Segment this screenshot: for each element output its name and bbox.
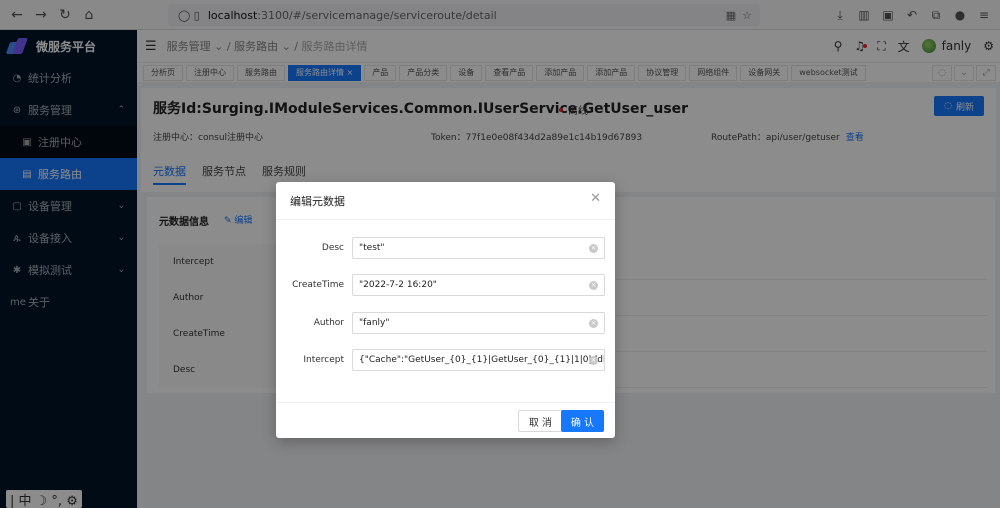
dialog-title: 编辑元数据 xyxy=(276,182,615,220)
field-label: Desc xyxy=(321,243,344,253)
field-label: Intercept xyxy=(303,355,344,365)
close-icon[interactable]: ✕ xyxy=(590,191,601,206)
clear-icon[interactable]: × xyxy=(589,244,598,253)
confirm-button[interactable]: 确 认 xyxy=(560,410,604,432)
form-row-author: Author "fanly" × xyxy=(276,312,615,334)
createtime-input[interactable]: "2022-7-2 16:20" × xyxy=(352,274,605,296)
edit-metadata-dialog: 编辑元数据 ✕ Desc "test" × CreateTime "2022-7-… xyxy=(276,182,615,438)
form-row-intercept: Intercept {"Cache":"GetUser_{0}_{1}|GetU… xyxy=(276,349,615,371)
intercept-input[interactable]: {"Cache":"GetUser_{0}_{1}|GetUser_{0}_{1… xyxy=(352,349,605,371)
author-input[interactable]: "fanly" × xyxy=(352,312,605,334)
form-row-desc: Desc "test" × xyxy=(276,237,615,259)
desc-input[interactable]: "test" × xyxy=(352,237,605,259)
dialog-footer: 取 消 确 认 xyxy=(276,402,615,438)
clear-icon[interactable]: × xyxy=(589,281,598,290)
field-label: Author xyxy=(313,318,344,328)
clear-icon[interactable]: × xyxy=(589,356,598,365)
cancel-button[interactable]: 取 消 xyxy=(517,410,563,432)
clear-icon[interactable]: × xyxy=(589,319,598,328)
form-row-createtime: CreateTime "2022-7-2 16:20" × xyxy=(276,274,615,296)
field-label: CreateTime xyxy=(292,280,344,290)
